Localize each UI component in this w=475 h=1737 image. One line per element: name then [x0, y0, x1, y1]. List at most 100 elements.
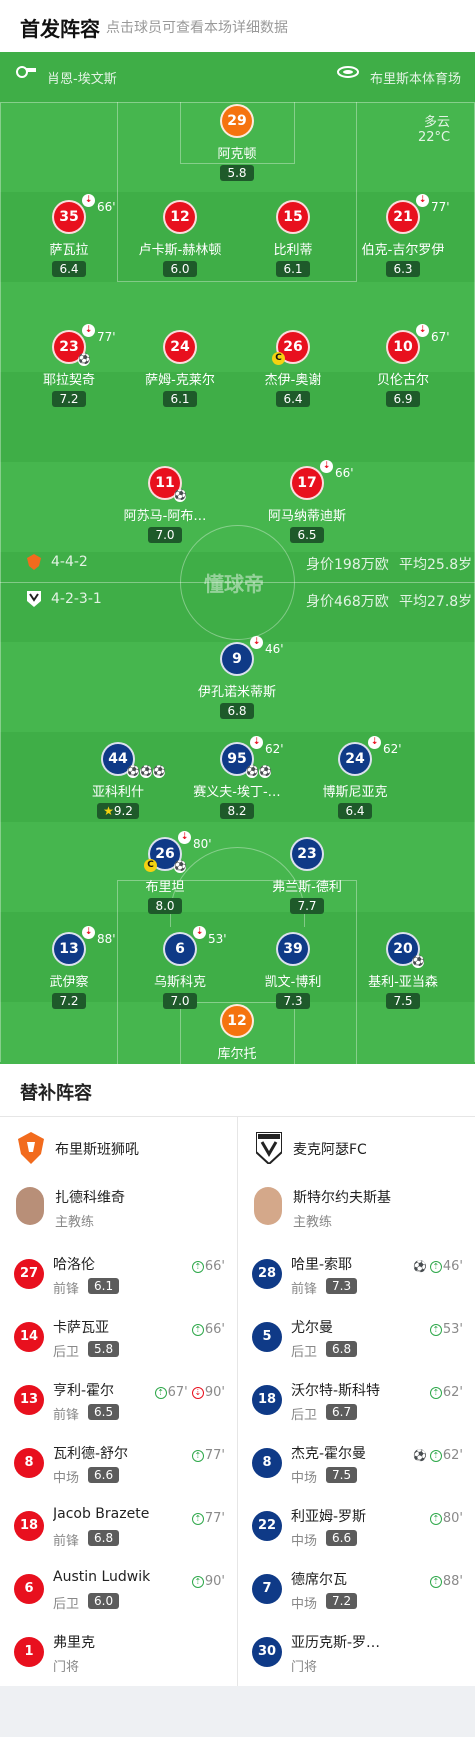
- away-team-header[interactable]: 麦克阿瑟FC: [238, 1117, 475, 1177]
- player-card[interactable]: 12库尔托6.9: [162, 1004, 312, 1064]
- substitute-row[interactable]: 30 亚历克斯-罗… 门将: [238, 1621, 475, 1684]
- home-team-logo-icon: [16, 1131, 46, 1165]
- sub-number: 5: [252, 1322, 282, 1352]
- substitute-row[interactable]: 8 瓦利德-舒尔 中场 6.6 ⇡ 77': [0, 1432, 237, 1495]
- sub-time: 80': [193, 837, 212, 851]
- away-coach[interactable]: 斯特尔约夫斯基 主教练: [238, 1177, 475, 1243]
- player-number: 39: [276, 932, 310, 966]
- home-team-header[interactable]: 布里斯班狮吼: [0, 1117, 237, 1177]
- player-name: 布里坦: [145, 880, 185, 895]
- away-value: 身价468万欧: [306, 594, 389, 610]
- substitute-row[interactable]: 18 Jacob Brazete 前锋 6.8 ⇡ 77': [0, 1495, 237, 1558]
- sub-rating: 6.8: [88, 1530, 120, 1546]
- substitute-row[interactable]: 8 杰克-霍尔曼 中场 7.5 ⚽ ⇡ 62': [238, 1432, 475, 1495]
- player-card[interactable]: 21 ⇣ 77' 伯克-吉尔罗伊 6.3: [328, 194, 475, 277]
- coach-avatar: [254, 1187, 282, 1225]
- sub-rating: 5.8: [88, 1341, 120, 1357]
- player-card[interactable]: 11 ⚽ 阿苏马-阿布… 7.0: [90, 466, 240, 543]
- substitute-row[interactable]: 18 沃尔特-斯科特 后卫 6.7 ⇡ 62': [238, 1369, 475, 1432]
- player-rating: 7.2: [52, 993, 86, 1009]
- sub-name: 亨利-霍尔: [53, 1383, 115, 1399]
- player-name: 伯克-吉尔罗伊: [361, 243, 445, 258]
- player-card[interactable]: 24 ⇣ 62' 博斯尼亚克 6.4: [280, 736, 430, 819]
- stadium-name: 布里斯本体育场: [370, 72, 462, 87]
- player-card[interactable]: 10 ⇣ 67' 贝伦古尔 6.9: [328, 324, 475, 407]
- sub-number: 8: [252, 1448, 282, 1478]
- home-team-name: 布里斯班狮吼: [55, 1142, 139, 1158]
- sub-in-icon: ⇡: [429, 1575, 442, 1588]
- player-number: 11 ⚽: [148, 466, 186, 502]
- assist-icon: ⚽: [78, 354, 91, 366]
- substitute-row[interactable]: 5 尤尔曼 后卫 6.8 ⇡ 53': [238, 1306, 475, 1369]
- player-number: 35 ⇣ 66': [52, 194, 116, 234]
- player-rating: 6.5: [290, 527, 324, 543]
- home-coach[interactable]: 扎德科维奇 主教练: [0, 1177, 237, 1243]
- coach-name: 扎德科维奇: [55, 1190, 125, 1206]
- sub-rating: 6.7: [326, 1404, 358, 1420]
- home-team-badge-icon: [27, 554, 41, 574]
- player-number: 24 ⇣ 62': [338, 736, 402, 776]
- home-formation: 4-4-2: [51, 554, 88, 570]
- sub-rating: 7.2: [326, 1593, 358, 1609]
- sub-number: 8: [14, 1448, 44, 1478]
- captain-icon: C: [144, 859, 157, 872]
- substitute-row[interactable]: 27 哈洛伦 前锋 6.1 ⇡ 66': [0, 1243, 237, 1306]
- coach-avatar: [16, 1187, 44, 1225]
- player-number: 44 ⚽ ⚽ ⚽: [101, 742, 165, 778]
- substitutes-section: 替补阵容 布里斯班狮吼 扎德科维奇 主教练 27 哈洛伦 前锋 6.1 ⇡ 66' 14 卡萨…: [0, 1064, 475, 1686]
- sub-off-icon: ⇣: [250, 636, 263, 649]
- sub-in-icon: ⇡: [429, 1386, 442, 1399]
- sub-time: 46': [265, 642, 284, 656]
- player-card[interactable]: 23 弗兰斯-德利 7.7: [232, 837, 382, 914]
- sub-rating: 6.6: [88, 1467, 120, 1483]
- substitute-row[interactable]: 1 弗里克 门将: [0, 1621, 237, 1684]
- substitute-row[interactable]: 22 利亚姆-罗斯 中场 6.6 ⇡ 80': [238, 1495, 475, 1558]
- sub-position: 前锋: [53, 1408, 80, 1423]
- sub-position: 门将: [53, 1660, 80, 1675]
- pitch: 肖恩-埃文斯 布里斯本体育场 多云 22°C 懂球帝 4-4-2 身价198万欧…: [0, 52, 475, 1064]
- player-card[interactable]: 9 ⇣ 46' 伊孔诺米蒂斯 6.8: [162, 636, 312, 719]
- player-card[interactable]: 26 ⇣ 80' C ⚽ 布里坦 8.0: [90, 831, 240, 914]
- player-rating: 6.1: [276, 261, 310, 277]
- player-number: 23: [290, 837, 324, 871]
- sub-name: 瓦利德-舒尔: [53, 1446, 129, 1462]
- substitute-row[interactable]: 6 Austin Ludwik 后卫 6.0 ⇡ 90': [0, 1558, 237, 1621]
- substitute-row[interactable]: 7 德席尔瓦 中场 7.2 ⇡ 88': [238, 1558, 475, 1621]
- player-number: 95 ⇣ 62' ⚽ ⚽: [220, 736, 284, 778]
- substitute-row[interactable]: 14 卡萨瓦亚 后卫 5.8 ⇡ 66': [0, 1306, 237, 1369]
- sub-number: 30: [252, 1637, 282, 1667]
- substitute-row[interactable]: 28 哈里-索耶 前锋 7.3 ⚽ ⇡ 46': [238, 1243, 475, 1306]
- sub-in-icon: ⇡: [191, 1575, 204, 1588]
- player-card[interactable]: 20 ⚽ 基利-亚当森 7.5: [328, 932, 475, 1009]
- player-name: 赛义夫-埃丁-…: [193, 785, 281, 800]
- substitutes-title: 替补阵容: [20, 1083, 92, 1104]
- away-formation: 4-2-3-1: [51, 591, 102, 607]
- player-card[interactable]: 29 阿克顿 5.8: [162, 104, 312, 181]
- sub-name: 沃尔特-斯科特: [291, 1383, 381, 1399]
- whistle-icon: [15, 64, 37, 83]
- sub-time: 67': [431, 330, 450, 344]
- player-number: 15: [276, 200, 310, 234]
- goal-icon: ⚽: [413, 1449, 427, 1462]
- sub-number: 28: [252, 1259, 282, 1289]
- sub-out-icon: ⇣: [191, 1386, 204, 1399]
- player-number: 13 ⇣ 88': [52, 926, 116, 966]
- sub-name: 亚历克斯-罗…: [291, 1635, 381, 1651]
- goal-icon: ⚽: [413, 1260, 427, 1273]
- sub-rating: 6.0: [88, 1593, 120, 1609]
- sub-off-icon: ⇣: [178, 831, 191, 844]
- player-name: 亚科利什: [91, 785, 144, 800]
- player-number: 12: [220, 1004, 254, 1038]
- sub-position: 中场: [53, 1471, 80, 1486]
- sub-in-icon: ⇡: [429, 1323, 442, 1336]
- sub-off-icon: ⇣: [193, 926, 206, 939]
- sub-off-icon: ⇣: [320, 460, 333, 473]
- player-name: 库尔托: [217, 1047, 257, 1062]
- player-name: 阿克顿: [217, 147, 257, 162]
- sub-time: ⇡ 77': [191, 1511, 225, 1526]
- sub-position: 后卫: [53, 1345, 80, 1360]
- player-number: 23 ⇣ 77' ⚽: [52, 324, 116, 366]
- player-card[interactable]: 17 ⇣ 66' 阿马纳蒂迪斯 6.5: [232, 460, 382, 543]
- substitute-row[interactable]: 13 亨利-霍尔 前锋 6.5 ⇡ 67' ⇣ 90': [0, 1369, 237, 1432]
- player-number: 29: [220, 104, 254, 138]
